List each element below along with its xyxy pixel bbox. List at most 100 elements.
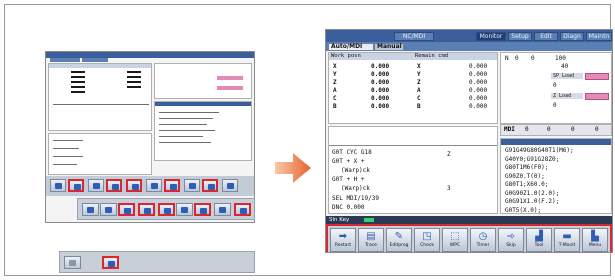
small-tab[interactable] [82,58,108,62]
n-label: N [505,55,509,62]
mdi-label: MDI [504,126,515,133]
softkey-wpc[interactable]: ⬚ WPC [442,228,468,252]
softkey-label: Tool [534,243,544,248]
small-program-panel [154,101,252,161]
arrow-right-icon: ➡ [338,231,348,242]
sp-load-label: SP Load [551,73,583,79]
small-lower-panel [48,133,152,175]
top-tab-bar: NC/MDI Monitor Setup Edit Diagn Maintn [326,30,612,42]
tab-monitor[interactable]: Monitor [476,32,506,41]
tab-maintn[interactable]: Maintn [586,32,612,41]
softkey-menu[interactable]: ▙ Menu [582,228,608,252]
softkey-restart[interactable]: ➡ Restart [330,228,356,252]
tab-nc-mdi[interactable]: NC/MDI [394,32,434,41]
softkey-label: Check [420,243,434,248]
n-value: 0 [515,55,519,62]
softkey-label: WPC [449,243,461,248]
program-line: G80T1;X60.0; [505,181,549,188]
mdi-value: 0 [595,126,599,133]
softkey-tool[interactable]: ▟ Tool [526,228,552,252]
softkey-label: Menu [588,243,602,248]
program-line: G0G91X1.0(F.2); [505,198,560,205]
softkey-strip-2 [77,198,255,220]
axis-label: C [333,95,337,102]
remain-value: 0.000 [469,71,488,78]
program-line: G0G90Z1.0(2.0); [505,189,560,197]
folder-icon: ▙ [591,231,599,242]
remain-value: 0.000 [469,79,488,86]
jump-icon: ➾ [506,231,516,242]
tape-icon: ▤ [366,231,376,242]
modal-info-panel: N 0 0 100 40 SP Load 0 Z Load 0 [500,52,612,124]
coordinate-panel: Work posn Remain cmd X 0.000 X 0.000 Y 0… [328,52,498,124]
remain-cmd-header: Remain cmd [413,53,497,60]
work-value: 0.000 [371,95,390,102]
sp-load-value: 0 [553,82,557,89]
softkey-editprog[interactable]: ✎ Editprog [386,228,412,252]
softkey-trace[interactable]: ▤ Trace [358,228,384,252]
softkey-timer[interactable]: ◷ Timer [470,228,496,252]
work-value: 0.000 [371,63,390,70]
work-value: 0.000 [371,71,390,78]
program-line: G0T5(X.0); [505,206,542,214]
status-side-value: 3 [447,185,451,192]
status-side-value: Z [447,151,451,158]
small-tab[interactable] [50,58,80,62]
remain-value: 0.000 [469,95,488,102]
softkey-label: Trace [365,243,377,248]
z-load-label: Z Load [551,93,583,99]
sub-tab-bar: Auto/MDI Manual [326,42,612,51]
axis-label: X [333,63,337,70]
program-line: G91G49G80G40T1(M6); [505,147,574,154]
axis-label: B [417,103,421,110]
softkey-t-monit[interactable]: ▬ T-Monit [554,228,580,252]
program-line: G40Y0;G91G28Z0; [505,155,560,163]
status-line: (Warp)ck [341,185,370,192]
softkey-skip[interactable]: ➾ Skip [498,228,524,252]
softkey-label: Editprog [389,243,409,248]
edit-icon: ✎ [394,231,404,242]
work-value: 0.000 [371,103,390,110]
program-listing[interactable]: G91G49G80G40T1(M6); G40Y0;G91G28Z0; G80T… [500,138,612,214]
softkey-bar: ➡ Restart ▤ Trace ✎ Editprog ◳ Check ⬚ W… [326,224,612,252]
axis-label: Y [333,71,337,78]
status-line: (Warp)ck [341,167,370,174]
clock-icon: ◷ [478,231,488,242]
graph-icon: ▟ [535,231,543,242]
program-header [501,139,611,145]
softkey-label: T-Monit [558,243,576,248]
tab-diagn[interactable]: Diagn [560,32,584,41]
remain-value: 0.000 [469,63,488,70]
status-line: G0T + H + [332,176,365,183]
bar-icon: ▬ [562,231,572,242]
softkey-check[interactable]: ◳ Check [414,228,440,252]
softkey-label: Timer [476,243,490,248]
work-value: 0.000 [371,87,390,94]
work-value: 0.000 [371,79,390,86]
z-load-value: 0 [553,102,557,109]
axis-label: Z [333,79,337,86]
t-value: 40 [561,63,569,70]
sp-load-gauge [585,73,609,80]
softkey-strip-3 [59,251,255,273]
status-text: Sln Key [329,217,350,223]
tab-auto-mdi[interactable]: Auto/MDI [328,43,374,51]
softkey-label: Skip [506,243,516,248]
illustration-frame: NC/MDI Monitor Setup Edit Diagn Maintn A… [4,4,613,276]
tab-manual[interactable]: Manual [374,43,404,51]
axis-label: A [417,87,421,94]
small-info-panel [154,63,252,99]
remain-value: 0.000 [469,87,488,94]
axis-label: Z [417,79,421,86]
tab-setup[interactable]: Setup [508,32,532,41]
axis-label: Y [417,71,421,78]
tab-edit[interactable]: Edit [534,32,558,41]
axis-label: X [417,63,421,70]
softkey-label: Restart [334,243,352,248]
chart-icon: ◳ [422,231,432,242]
g-value: 0 [531,55,535,62]
axis-label: B [333,103,337,110]
mdi-value: 0 [571,126,575,133]
program-line: G80T1M6(F0); [505,164,549,171]
large-screen: NC/MDI Monitor Setup Edit Diagn Maintn A… [325,29,613,253]
